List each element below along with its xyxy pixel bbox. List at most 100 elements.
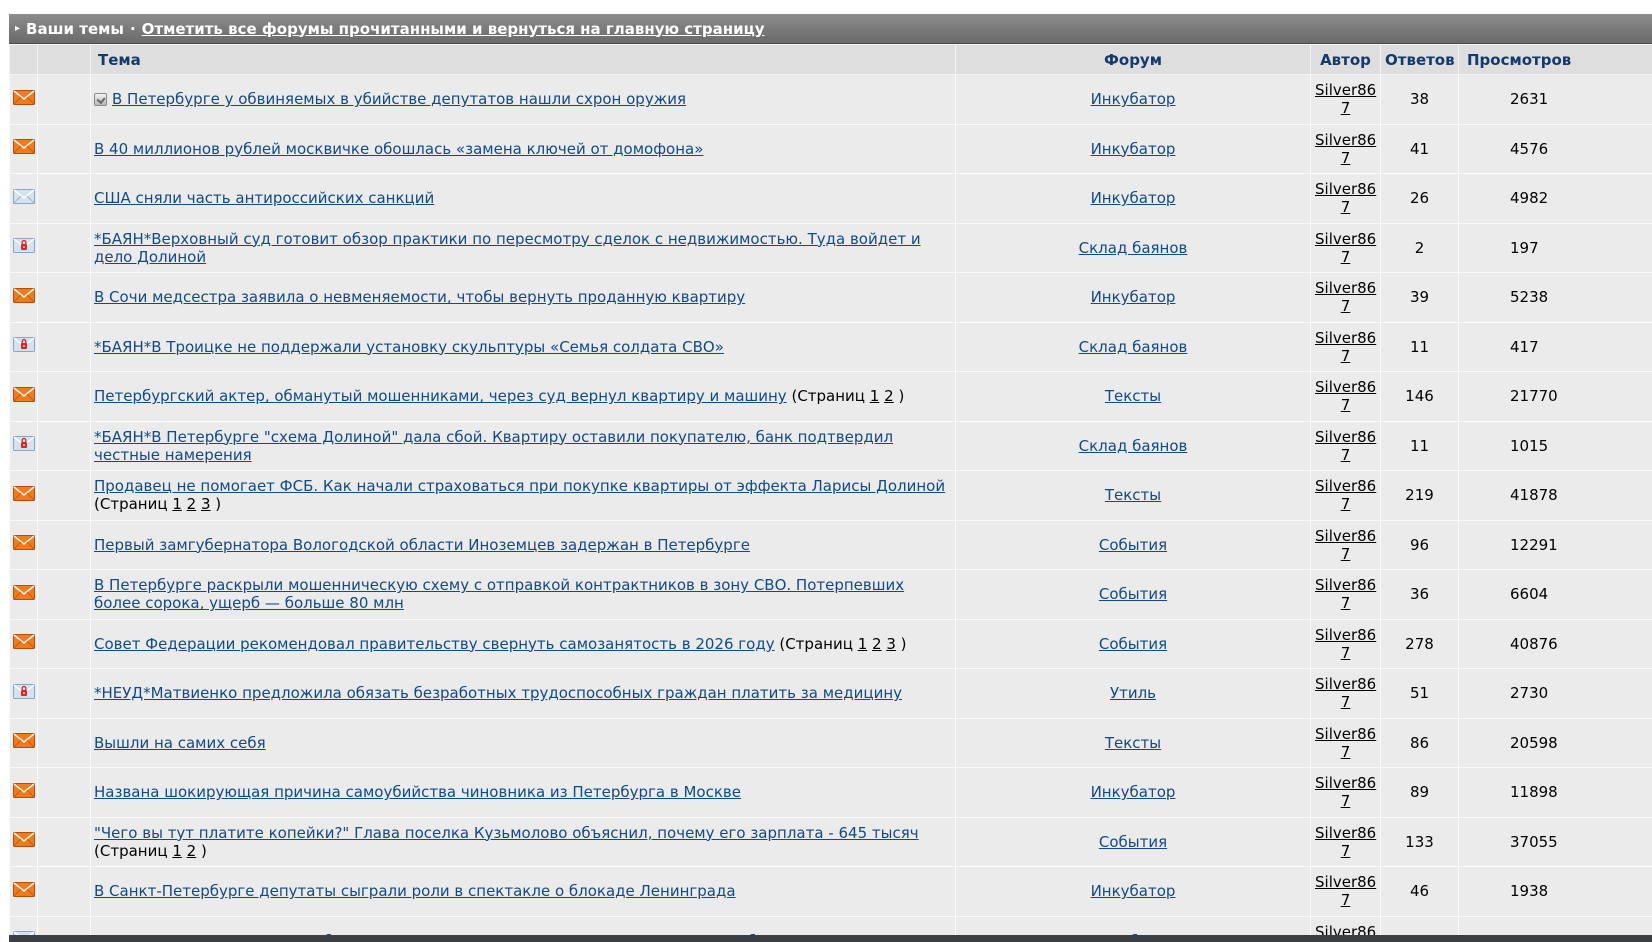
views-count: 20598 [1458,717,1652,768]
author-link[interactable]: Silver867 [1315,180,1376,216]
author-link[interactable]: Silver867 [1315,774,1376,810]
forum-link[interactable]: Тексты [1105,387,1161,405]
views-count: 4982 [1458,173,1652,224]
table-row: Петербургский актер, обманутый мошенника… [9,371,1652,422]
forum-cell: Тексты [955,717,1311,768]
forum-cell: События [955,618,1311,669]
replies-count: 11 [1380,321,1459,372]
author-cell: Silver867 [1310,420,1381,471]
author-name-part: Silver86 [1315,229,1377,248]
column-header-row: Тема Форум Автор Ответов Просмотров [9,44,1652,75]
author-link[interactable]: Silver867 [1315,230,1376,266]
page-link[interactable]: 3 [201,495,211,513]
forum-link[interactable]: Склад баянов [1079,338,1188,356]
author-link[interactable]: Silver867 [1315,576,1376,612]
author-link[interactable]: Silver867 [1315,675,1376,711]
page-link[interactable]: 1 [172,842,182,860]
forum-link[interactable]: Инкубатор [1091,140,1176,158]
forum-link[interactable]: Тексты [1105,486,1161,504]
topic-icon-cell [37,470,91,521]
topic-cell: *НЕУД*Матвиенко предложила обязать безра… [90,668,956,719]
author-name-part: Silver86 [1315,823,1377,842]
lock-icon [12,436,35,455]
lock-icon [12,238,35,257]
topic-title-link[interactable]: Петербургский актер, обманутый мошенника… [94,387,787,405]
forum-link[interactable]: Тексты [1105,734,1161,752]
forum-cell: События [955,816,1311,867]
page-link[interactable]: 2 [884,387,894,405]
topic-title-link[interactable]: Вышли на самих себя [94,734,266,752]
forum-link[interactable]: Инкубатор [1091,90,1176,108]
topic-cell: В 40 миллионов рублей москвичке обошлась… [90,123,956,174]
author-name-part: Silver86 [1315,279,1377,298]
topic-title-link[interactable]: США сняли часть антироссийских санкций [94,189,434,207]
topic-title-link[interactable]: *БАЯН*В Петербурге "схема Долиной" дала … [94,428,893,464]
author-link[interactable]: Silver867 [1315,279,1376,315]
forum-link[interactable]: Склад баянов [1079,239,1188,257]
column-header-replies: Ответов [1380,44,1459,75]
forum-link[interactable]: События [1099,635,1167,653]
author-name-part: Silver86 [1315,724,1377,743]
topic-title-link[interactable]: Первый замгубернатора Вологодской област… [94,536,750,554]
topic-title-link[interactable]: Совет Федерации рекомендовал правительст… [94,635,775,653]
pages-indicator: (Страниц 1 2 3 ) [779,634,907,653]
topic-title-link[interactable]: "Чего вы тут платите копейки?" Глава пос… [94,824,919,842]
page-link[interactable]: 2 [187,842,197,860]
forum-link[interactable]: Инкубатор [1091,783,1176,801]
author-name-suffix: 7 [1340,297,1351,316]
forum-link[interactable]: События [1099,585,1167,603]
forum-link[interactable]: Склад баянов [1079,437,1188,455]
author-link[interactable]: Silver867 [1315,873,1376,909]
page-link[interactable]: 3 [886,635,896,653]
forum-link[interactable]: Инкубатор [1091,882,1176,900]
topic-title-link[interactable]: *БАЯН*В Троицке не поддержали установку … [94,338,724,356]
author-link[interactable]: Silver867 [1315,131,1376,167]
author-name-suffix: 7 [1340,594,1351,613]
views-count: 11898 [1458,767,1652,818]
topic-title-link[interactable]: Продавец не помогает ФСБ. Как начали стр… [94,477,945,495]
topic-title-link[interactable]: В Петербурге раскрыли мошенническую схем… [94,576,904,612]
topic-title-link[interactable]: В Сочи медсестра заявила о невменяемости… [94,288,745,306]
author-link[interactable]: Silver867 [1315,378,1376,414]
page-link[interactable]: 2 [872,635,882,653]
views-count: 1015 [1458,420,1652,471]
envelope-new-icon [12,89,35,109]
topic-title-link[interactable]: В Петербурге у обвиняемых в убийстве деп… [112,90,686,108]
author-link[interactable]: Silver867 [1315,824,1376,860]
author-name-suffix: 7 [1340,99,1351,118]
author-link[interactable]: Silver867 [1315,81,1376,117]
page-link[interactable]: 1 [870,387,880,405]
envelope-new-icon [12,584,35,604]
forum-link[interactable]: События [1099,833,1167,851]
topic-title-link[interactable]: В Санкт-Петербурге депутаты сыграли роли… [94,882,736,900]
forum-link[interactable]: Утиль [1110,684,1156,702]
topic-title-link[interactable]: *НЕУД*Матвиенко предложила обязать безра… [94,684,902,702]
replies-count: 86 [1380,717,1459,768]
topic-cell: "Чего вы тут платите копейки?" Глава пос… [90,816,956,867]
collapse-arrow-icon[interactable]: ▸ [15,23,20,34]
table-row: В Петербурге раскрыли мошенническую схем… [9,569,1652,620]
forum-link[interactable]: Инкубатор [1091,189,1176,207]
page-link[interactable]: 1 [858,635,868,653]
author-link[interactable]: Silver867 [1315,725,1376,761]
author-name-part: Silver86 [1315,774,1377,793]
author-link[interactable]: Silver867 [1315,428,1376,464]
author-link[interactable]: Silver867 [1315,527,1376,563]
topic-title-link[interactable]: Названа шокирующая причина самоубийства … [94,783,741,801]
column-header-author: Автор [1310,44,1381,75]
page-link[interactable]: 1 [172,495,182,513]
forum-link[interactable]: События [1099,536,1167,554]
author-name-suffix: 7 [1340,445,1351,464]
attachment-icon [94,93,107,107]
topic-title-link[interactable]: *БАЯН*Верховный суд готовит обзор практи… [94,230,921,266]
topic-title-link[interactable]: В 40 миллионов рублей москвичке обошлась… [94,140,703,158]
author-link[interactable]: Silver867 [1315,477,1376,513]
mark-all-read-link[interactable]: Отметить все форумы прочитанными и верну… [142,20,765,38]
author-cell: Silver867 [1310,371,1381,422]
author-link[interactable]: Silver867 [1315,329,1376,365]
replies-count: 133 [1380,816,1459,867]
forum-link[interactable]: Инкубатор [1091,288,1176,306]
author-link[interactable]: Silver867 [1315,626,1376,662]
page-link[interactable]: 2 [187,495,197,513]
table-row: Вышли на самих себя Тексты Silver86 7 86 2059… [9,717,1652,768]
